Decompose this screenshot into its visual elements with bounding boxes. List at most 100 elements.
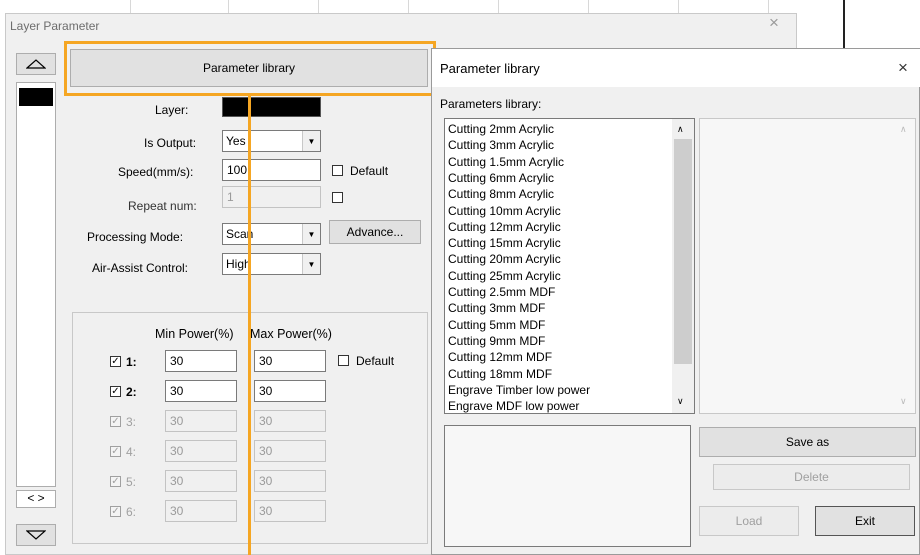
parameter-detail-panel <box>699 118 916 414</box>
list-item[interactable]: Cutting 3mm Acrylic <box>448 138 554 152</box>
max-power-input[interactable]: 30 <box>254 500 326 522</box>
list-item[interactable]: Cutting 6mm Acrylic <box>448 171 554 185</box>
list-item[interactable]: Cutting 12mm Acrylic <box>448 220 561 234</box>
speed-default-label: Default <box>350 164 389 178</box>
max-power-input[interactable]: 30 <box>254 470 326 492</box>
is-output-label: Is Output: <box>144 136 197 150</box>
background-gridline <box>408 0 409 13</box>
triangle-up-icon <box>26 59 46 69</box>
layer-list-scroll-arrows[interactable]: < > <box>16 490 56 508</box>
move-down-button[interactable] <box>16 524 56 546</box>
background-gridline <box>498 0 499 13</box>
load-button[interactable]: Load <box>699 506 799 536</box>
power-default-checkbox[interactable] <box>338 355 349 366</box>
list-item[interactable]: Cutting 25mm Acrylic <box>448 269 561 283</box>
exit-button[interactable]: Exit <box>815 506 915 536</box>
scroll-up-icon: ∧ <box>900 124 907 134</box>
speed-default-checkbox[interactable] <box>332 165 343 176</box>
min-power-input[interactable]: 30 <box>165 380 237 402</box>
layer-list[interactable] <box>16 82 56 487</box>
chevron-down-icon: ▼ <box>302 254 320 274</box>
parameter-library-title: Parameter library <box>440 61 540 76</box>
highlight-box <box>64 41 436 96</box>
list-item[interactable]: Cutting 20mm Acrylic <box>448 252 561 266</box>
power-row-checkbox[interactable]: ✓ <box>110 416 121 427</box>
air-assist-select[interactable]: High ▼ <box>222 253 321 275</box>
close-icon[interactable]: × <box>766 14 782 31</box>
list-item[interactable]: Cutting 2.5mm MDF <box>448 285 555 299</box>
list-item[interactable]: Cutting 3mm MDF <box>448 301 545 315</box>
chevron-down-icon: ▼ <box>302 224 320 244</box>
processing-mode-label: Processing Mode: <box>87 230 184 244</box>
is-output-select[interactable]: Yes ▼ <box>222 130 321 152</box>
parameters-library-label: Parameters library: <box>440 97 542 111</box>
chevron-down-icon: ▼ <box>302 131 320 151</box>
min-power-input[interactable]: 30 <box>165 410 237 432</box>
list-item[interactable]: Cutting 9mm MDF <box>448 334 545 348</box>
list-item[interactable]: Cutting 1.5mm Acrylic <box>448 155 564 169</box>
max-power-input[interactable]: 30 <box>254 380 326 402</box>
parameters-listbox[interactable]: Cutting 2mm Acrylic Cutting 3mm Acrylic Cu… <box>444 118 695 414</box>
power-row-label: 2: <box>126 385 137 399</box>
highlight-connector-line <box>248 96 251 555</box>
repeat-num-label: Repeat num: <box>128 199 197 213</box>
max-power-header: Max Power(%) <box>250 327 332 341</box>
layer-color-field[interactable] <box>222 97 321 117</box>
background-gridline <box>130 0 131 13</box>
background-gridline <box>768 0 769 13</box>
repeat-checkbox[interactable] <box>332 192 343 203</box>
scroll-down-icon[interactable]: ∨ <box>677 396 684 407</box>
min-power-header: Min Power(%) <box>155 327 234 341</box>
max-power-input[interactable]: 30 <box>254 440 326 462</box>
list-item[interactable]: Cutting 18mm MDF <box>448 367 552 381</box>
power-row-checkbox[interactable]: ✓ <box>110 356 121 367</box>
list-item[interactable]: Cutting 2mm Acrylic <box>448 122 554 136</box>
parameter-description-box[interactable] <box>444 425 691 547</box>
layer-label: Layer: <box>155 103 189 117</box>
background-gridline <box>588 0 589 13</box>
min-power-input[interactable]: 30 <box>165 350 237 372</box>
move-up-button[interactable] <box>16 53 56 75</box>
repeat-num-input[interactable]: 1 <box>222 186 321 208</box>
power-row-label: 5: <box>126 475 137 489</box>
triangle-down-icon <box>26 530 46 540</box>
power-default-label: Default <box>356 354 395 368</box>
power-row-checkbox[interactable]: ✓ <box>110 446 121 457</box>
save-as-button[interactable]: Save as <box>699 427 916 457</box>
window-title: Layer Parameter <box>10 19 100 33</box>
list-item[interactable]: Cutting 10mm Acrylic <box>448 204 561 218</box>
power-row-checkbox[interactable]: ✓ <box>110 506 121 517</box>
list-item[interactable]: Cutting 15mm Acrylic <box>448 236 561 250</box>
list-item[interactable]: Cutting 8mm Acrylic <box>448 187 554 201</box>
min-power-input[interactable]: 30 <box>165 470 237 492</box>
power-row-label: 1: <box>126 355 137 369</box>
background-divider <box>843 0 845 48</box>
min-power-input[interactable]: 30 <box>165 500 237 522</box>
speed-input[interactable]: 100 <box>222 159 321 181</box>
min-power-input[interactable]: 30 <box>165 440 237 462</box>
air-assist-value: High <box>226 257 251 271</box>
advance-button[interactable]: Advance... <box>329 220 421 244</box>
list-item[interactable]: Cutting 12mm MDF <box>448 350 552 364</box>
max-power-input[interactable]: 30 <box>254 410 326 432</box>
power-row-checkbox[interactable]: ✓ <box>110 386 121 397</box>
power-row-label: 3: <box>126 415 137 429</box>
list-item[interactable]: Engrave MDF low power <box>448 399 579 413</box>
scroll-up-icon[interactable]: ∧ <box>677 124 684 135</box>
background-gridline <box>228 0 229 13</box>
scrollbar-thumb[interactable] <box>674 139 692 364</box>
power-row-checkbox[interactable]: ✓ <box>110 476 121 487</box>
power-row-label: 4: <box>126 445 137 459</box>
close-icon[interactable]: × <box>898 58 908 78</box>
list-item[interactable]: Engrave Timber low power <box>448 383 590 397</box>
max-power-input[interactable]: 30 <box>254 350 326 372</box>
delete-button[interactable]: Delete <box>713 464 910 490</box>
air-assist-label: Air-Assist Control: <box>92 261 189 275</box>
layer-color-swatch[interactable] <box>19 88 53 106</box>
scroll-down-icon: ∨ <box>900 396 907 406</box>
is-output-value: Yes <box>226 134 246 148</box>
processing-mode-select[interactable]: Scan ▼ <box>222 223 321 245</box>
list-item[interactable]: Cutting 5mm MDF <box>448 318 545 332</box>
power-row-label: 6: <box>126 505 137 519</box>
speed-label: Speed(mm/s): <box>118 165 194 179</box>
